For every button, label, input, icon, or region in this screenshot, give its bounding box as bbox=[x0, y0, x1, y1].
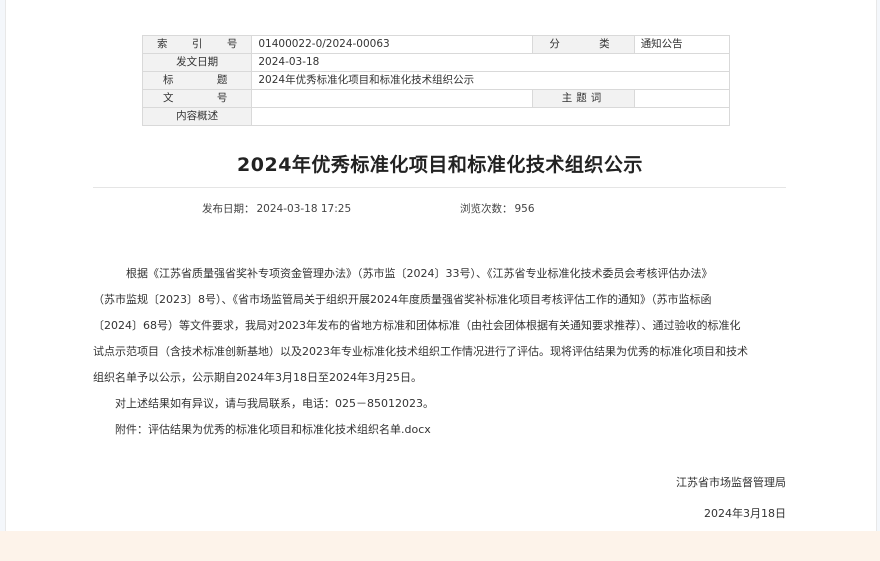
attachment-link[interactable]: 附件：评估结果为优秀的标准化项目和标准化技术组织名单.docx bbox=[93, 417, 787, 443]
index-value: 01400022-0/2024-00063 bbox=[251, 35, 534, 54]
signature-date: 2024年3月18日 bbox=[704, 507, 786, 520]
footer-band bbox=[0, 531, 880, 561]
info-row-summary: 内容概述 bbox=[141, 107, 730, 126]
publish-date: 发布日期： 2024-03-18 17:25 bbox=[200, 201, 351, 216]
signature-organization: 江苏省市场监督管理局 bbox=[676, 476, 786, 489]
document-info-table: 索 引 号 01400022-0/2024-00063 分 类 通知公告 发文日… bbox=[141, 35, 731, 126]
view-count: 浏览次数： 956 bbox=[458, 201, 535, 216]
body-paragraph-line: （苏市监规〔2023〕8号）、《省市场监管局关于组织开展2024年度质量强省奖补… bbox=[93, 293, 712, 306]
title-label: 标 题 bbox=[141, 71, 253, 90]
index-label: 索 引 号 bbox=[141, 35, 253, 54]
article-title: 2024年优秀标准化项目和标准化技术组织公示 bbox=[237, 154, 643, 176]
body-paragraph-line: 组织名单予以公示，公示期自2024年3月18日至2024年3月25日。 bbox=[93, 371, 422, 384]
body-paragraph-line: 根据《江苏省质量强省奖补专项资金管理办法》（苏市监〔2024〕33号）、《江苏省… bbox=[126, 267, 713, 280]
keyword-value bbox=[633, 89, 731, 108]
info-row-date: 发文日期 2024-03-18 bbox=[141, 53, 730, 72]
summary-value bbox=[251, 107, 730, 126]
info-row-index: 索 引 号 01400022-0/2024-00063 分 类 通知公告 bbox=[141, 35, 731, 54]
body-paragraph-line: 〔2024〕68号）等文件要求，我局对2023年发布的省地方标准和团体标准（由社… bbox=[93, 319, 741, 332]
publish-date-value: 2024-03-18 17:25 bbox=[256, 203, 352, 215]
summary-label: 内容概述 bbox=[141, 107, 253, 126]
title-value: 2024年优秀标准化项目和标准化技术组织公示 bbox=[251, 71, 730, 90]
view-count-label: 浏览次数： bbox=[460, 203, 513, 215]
contact-paragraph: 对上述结果如有异议，请与我局联系，电话：025－85012023。 bbox=[115, 397, 434, 410]
date-value: 2024-03-18 bbox=[251, 53, 730, 72]
info-row-docno: 文 号 主题词 bbox=[141, 89, 731, 108]
category-value: 通知公告 bbox=[633, 35, 731, 54]
keyword-label: 主题词 bbox=[532, 89, 635, 108]
date-label: 发文日期 bbox=[141, 53, 253, 72]
view-count-value: 956 bbox=[514, 203, 535, 215]
article-body: 根据《江苏省质量强省奖补专项资金管理办法》（苏市监〔2024〕33号）、《江苏省… bbox=[93, 261, 787, 443]
body-paragraph-line: 试点示范项目（含技术标准创新基地）以及2023年专业标准化技术组织工作情况进行了… bbox=[93, 345, 748, 358]
docno-value bbox=[251, 89, 534, 108]
docno-label: 文 号 bbox=[141, 89, 253, 108]
publish-date-label: 发布日期： bbox=[202, 203, 255, 215]
info-row-title: 标 题 2024年优秀标准化项目和标准化技术组织公示 bbox=[141, 71, 730, 90]
category-label: 分 类 bbox=[532, 35, 635, 54]
title-divider bbox=[93, 187, 786, 188]
